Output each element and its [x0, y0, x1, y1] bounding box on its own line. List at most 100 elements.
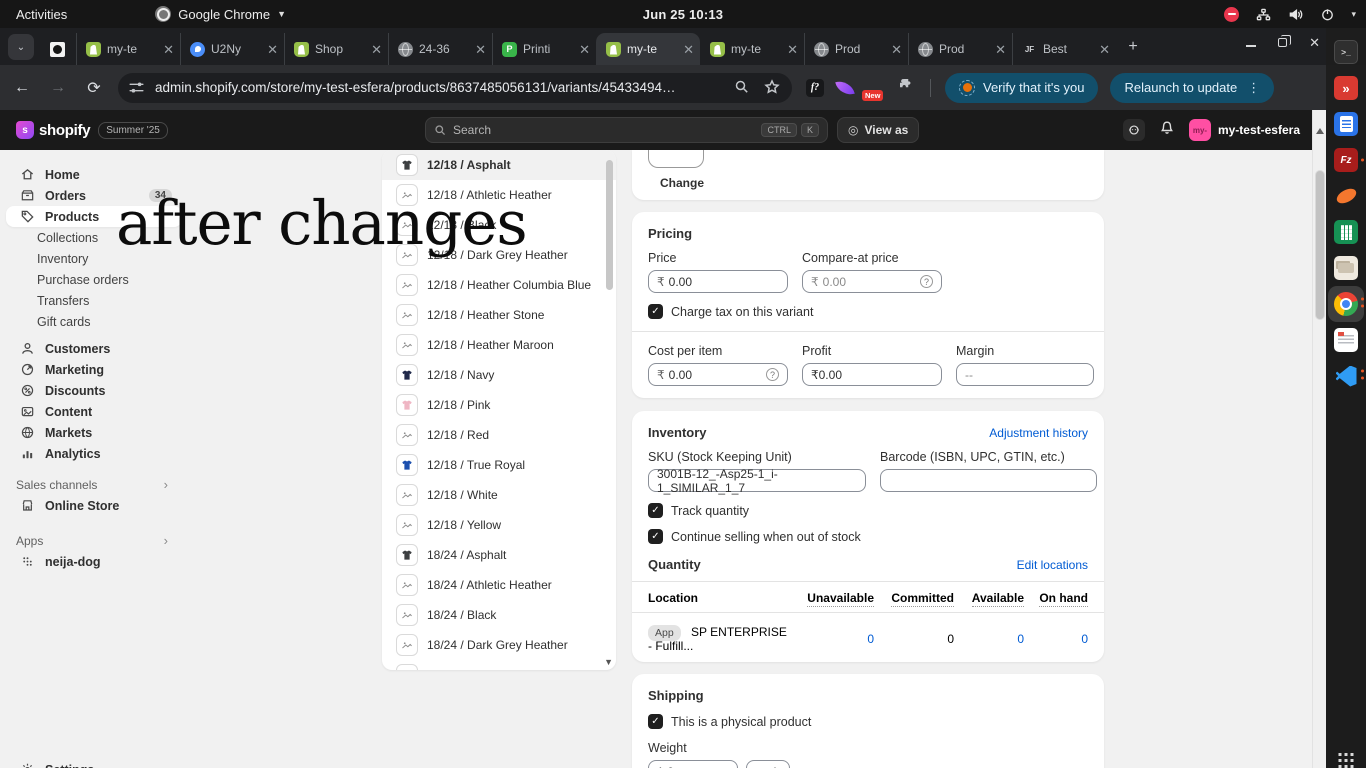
new-tab-button[interactable]: + — [1120, 34, 1146, 60]
browser-tab[interactable]: P Printi ✕ — [492, 33, 596, 65]
dock-app-icon[interactable]: >_ — [1328, 34, 1364, 70]
verify-identity-button[interactable]: Verify that it's you — [945, 73, 1098, 103]
browser-tab[interactable]: Shop ✕ — [284, 33, 388, 65]
sidebar-item[interactable]: Discounts — [6, 380, 182, 401]
compare-at-input[interactable]: ₹0.00? — [802, 270, 942, 293]
variant-list-item[interactable]: 18/24 / Heather Columbia Blue — [382, 660, 616, 670]
column-available[interactable]: Available — [954, 591, 1024, 605]
adjustment-history-link[interactable]: Adjustment history — [989, 426, 1088, 440]
continue-selling-checkbox[interactable]: ✓ — [648, 529, 663, 544]
clock[interactable]: Jun 25 10:13 — [643, 7, 723, 22]
variant-list-item[interactable]: 12/18 / Asphalt — [382, 150, 616, 180]
variant-list-item[interactable]: 12/18 / Heather Columbia Blue — [382, 270, 616, 300]
activities-button[interactable]: Activities — [16, 7, 67, 22]
scroll-up-icon[interactable] — [1316, 128, 1324, 134]
back-button[interactable]: ← — [8, 74, 36, 102]
sidebar-item[interactable]: Gift cards — [6, 311, 182, 332]
dock-app-icon[interactable] — [1328, 214, 1364, 250]
sidebar-item[interactable]: Home — [6, 164, 182, 185]
chevron-down-icon[interactable]: ▾ — [1351, 9, 1356, 20]
notifications-bell-icon[interactable] — [1159, 120, 1175, 141]
browser-tab[interactable]: Prod ✕ — [908, 33, 1012, 65]
dock-app-icon[interactable] — [1328, 358, 1364, 394]
scrollbar-thumb[interactable] — [1315, 170, 1325, 320]
power-icon[interactable] — [1319, 6, 1335, 22]
new-extension-icon[interactable]: New — [866, 79, 884, 97]
sku-input[interactable]: 3001B-12_-Asp25-1_i-1_SIMILAR_1_7 — [648, 469, 866, 492]
variant-list-item[interactable]: 12/18 / True Royal — [382, 450, 616, 480]
dock-app-icon[interactable] — [1328, 322, 1364, 358]
kebab-menu-icon[interactable]: ⋮ — [1247, 80, 1260, 96]
forward-button[interactable]: → — [44, 74, 72, 102]
barcode-input[interactable] — [880, 469, 1097, 492]
column-unavailable[interactable]: Unavailable — [794, 591, 874, 605]
browser-tab[interactable]: U2Ny ✕ — [180, 33, 284, 65]
on-hand-value[interactable]: 0 — [1024, 632, 1088, 646]
tab-close-icon[interactable]: ✕ — [891, 43, 902, 56]
tab-close-icon[interactable]: ✕ — [267, 43, 278, 56]
sidebar-item[interactable]: Purchase orders — [6, 269, 182, 290]
sidebar-item-settings[interactable]: Settings — [6, 759, 182, 768]
variant-list-item[interactable]: 12/18 / Heather Maroon — [382, 330, 616, 360]
sidebar-item-app[interactable]: neija-dog — [6, 551, 182, 572]
variant-list-item[interactable]: 12/18 / White — [382, 480, 616, 510]
restore-button[interactable] — [1278, 38, 1287, 47]
network-icon[interactable] — [1255, 6, 1271, 22]
dock-app-icon[interactable] — [1328, 106, 1364, 142]
tab-search-button[interactable]: ⌄ — [8, 34, 34, 60]
zoom-icon[interactable] — [734, 79, 752, 97]
tab-close-icon[interactable]: ✕ — [475, 43, 486, 56]
dock-app-icon[interactable]: Fz — [1328, 142, 1364, 178]
tab-close-icon[interactable]: ✕ — [683, 43, 694, 56]
physical-product-checkbox[interactable]: ✓ — [648, 714, 663, 729]
browser-tab[interactable]: my-te ✕ — [596, 33, 700, 65]
tab-close-icon[interactable]: ✕ — [995, 43, 1006, 56]
sales-channels-header[interactable]: Sales channels › — [6, 474, 182, 495]
margin-input[interactable]: -- — [956, 363, 1094, 386]
browser-tab[interactable]: my-te ✕ — [700, 33, 804, 65]
profit-input[interactable]: ₹0.00 — [802, 363, 942, 386]
support-icon[interactable] — [1123, 119, 1145, 141]
variant-list-scrollbar[interactable] — [606, 160, 613, 290]
store-account[interactable]: my- my-test-esfera — [1189, 119, 1300, 141]
cost-input[interactable]: ₹0.00? — [648, 363, 788, 386]
do-not-disturb-icon[interactable] — [1224, 7, 1239, 22]
variant-list-item[interactable]: 12/18 / Heather Stone — [382, 300, 616, 330]
variant-list-item[interactable]: 18/24 / Athletic Heather — [382, 570, 616, 600]
reload-button[interactable]: ⟳ — [80, 74, 108, 102]
show-applications-icon[interactable] — [1339, 753, 1342, 756]
variant-list-item[interactable]: 18/24 / Dark Grey Heather — [382, 630, 616, 660]
bookmark-star-icon[interactable] — [764, 79, 782, 97]
address-bar[interactable]: admin.shopify.com/store/my-test-esfera/p… — [118, 73, 792, 103]
available-value[interactable]: 0 — [954, 632, 1024, 646]
sidebar-item[interactable]: Content — [6, 401, 182, 422]
tab-close-icon[interactable]: ✕ — [371, 43, 382, 56]
browser-tab[interactable]: ✕ — [40, 33, 76, 65]
variant-list-item[interactable]: 12/18 / Navy — [382, 360, 616, 390]
change-image-button[interactable]: Change — [660, 176, 704, 190]
minimize-button[interactable] — [1246, 45, 1256, 47]
weight-input[interactable]: 1.6 — [648, 760, 738, 768]
font-extension-icon[interactable]: f? — [806, 79, 824, 97]
variant-list-item[interactable]: 12/18 / Yellow — [382, 510, 616, 540]
scroll-down-icon[interactable]: ▼ — [604, 657, 613, 667]
variant-list-item[interactable]: 18/24 / Black — [382, 600, 616, 630]
shopify-logo[interactable]: s shopify — [16, 121, 90, 139]
extensions-puzzle-icon[interactable] — [897, 76, 915, 99]
sidebar-item[interactable]: Customers — [6, 338, 182, 359]
apps-header[interactable]: Apps › — [6, 530, 182, 551]
view-as-button[interactable]: ◎ View as — [837, 117, 919, 143]
site-info-icon[interactable] — [128, 79, 146, 97]
unavailable-value[interactable]: 0 — [794, 632, 874, 646]
dock-app-icon[interactable] — [1328, 250, 1364, 286]
sidebar-item-online-store[interactable]: Online Store — [6, 495, 182, 516]
dock-app-icon[interactable]: » — [1328, 70, 1364, 106]
charge-tax-checkbox[interactable]: ✓ — [648, 304, 663, 319]
track-quantity-checkbox[interactable]: ✓ — [648, 503, 663, 518]
help-icon[interactable]: ? — [920, 275, 933, 288]
sidebar-item[interactable]: Analytics — [6, 443, 182, 464]
sidebar-item[interactable]: Transfers — [6, 290, 182, 311]
url-text[interactable]: admin.shopify.com/store/my-test-esfera/p… — [155, 80, 722, 95]
edition-badge[interactable]: Summer '25 — [98, 122, 168, 139]
column-committed[interactable]: Committed — [874, 591, 954, 605]
